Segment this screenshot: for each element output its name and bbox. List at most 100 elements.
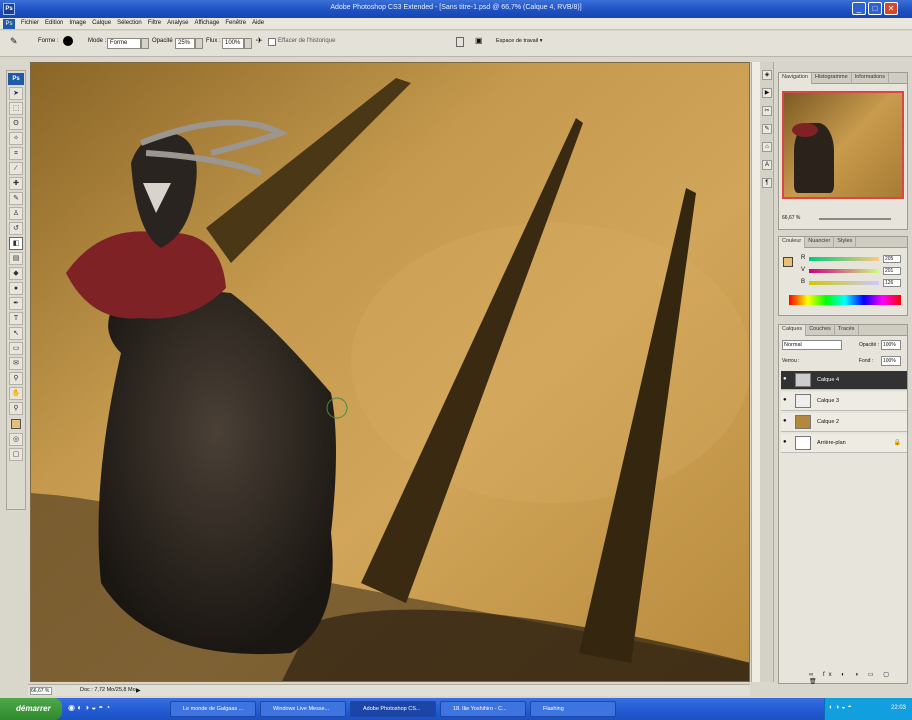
tab-navigation[interactable]: Navigation — [779, 73, 812, 84]
quick-launch-icons[interactable]: ◉ ◐ ◑ ◒ ◓ ◔ — [68, 703, 158, 715]
notes-tool-icon[interactable]: ✉ — [9, 357, 23, 370]
tab-traces[interactable]: Tracés — [835, 325, 859, 336]
r-slider[interactable] — [809, 257, 879, 261]
actions-panel-icon[interactable]: ▶ — [762, 88, 772, 98]
visibility-eye-icon[interactable]: ● — [783, 376, 791, 384]
workspace-menu[interactable]: Espace de travail ▾ — [496, 38, 542, 44]
tab-nuancier[interactable]: Nuancier — [805, 237, 835, 248]
color-spectrum-bar[interactable] — [789, 295, 901, 305]
tools-panel-icon[interactable]: ✂ — [762, 106, 772, 116]
menu-analyse[interactable]: Analyse — [164, 18, 191, 28]
move-tool-icon[interactable]: ➤ — [9, 87, 23, 100]
eraser-tool-icon-active[interactable]: ◧ — [9, 237, 23, 250]
document-canvas[interactable] — [30, 62, 750, 682]
visibility-eye-icon[interactable]: ● — [783, 439, 791, 447]
navigator-zoom-field[interactable]: 66,67 % — [782, 215, 800, 221]
navigator-thumbnail[interactable] — [782, 91, 904, 199]
mode-dropdown-arrow[interactable] — [141, 38, 149, 49]
opacite-dropdown[interactable] — [195, 38, 203, 49]
foreground-color-swatch[interactable] — [11, 419, 21, 429]
start-button[interactable]: démarrer — [0, 698, 62, 720]
tab-couleur[interactable]: Couleur — [779, 237, 806, 248]
brush-preview-icon[interactable] — [63, 36, 73, 46]
tab-styles[interactable]: Styles — [834, 237, 857, 248]
ps-menu-icon[interactable]: Ps — [3, 19, 15, 29]
eyedropper-icon[interactable]: ⚲ — [9, 372, 23, 385]
blur-tool-icon[interactable]: ◆ — [9, 267, 23, 280]
blend-mode-select[interactable]: Normal — [782, 340, 842, 350]
navigator-zoom-slider[interactable] — [819, 218, 891, 220]
tab-calques[interactable]: Calques — [779, 325, 807, 336]
marquee-tool-icon[interactable]: ⬚ — [9, 102, 23, 115]
visibility-eye-icon[interactable]: ● — [783, 418, 791, 426]
layer-row[interactable]: ● Calque 3 — [781, 392, 907, 411]
taskbar-item[interactable]: Adobe Photoshop CS... — [350, 701, 436, 717]
taskbar-item[interactable]: Le monde de Galgaas ... — [170, 701, 256, 717]
menu-filtre[interactable]: Filtre — [145, 18, 164, 28]
dodge-tool-icon[interactable]: ● — [9, 282, 23, 295]
b-field[interactable]: 126 — [883, 279, 901, 287]
healing-tool-icon[interactable]: ✚ — [9, 177, 23, 190]
tab-histogramme[interactable]: Histogramme — [812, 73, 852, 84]
taskbar-item[interactable]: 18. Ilie Yoshihiro - C... — [440, 701, 526, 717]
layer-footer-icons[interactable]: ∞ fx ◐ ◑ ▭ ▢ 🗑 — [809, 671, 905, 685]
menu-selection[interactable]: Sélection — [114, 18, 145, 28]
lasso-tool-icon[interactable]: ʘ — [9, 117, 23, 130]
stamp-tool-icon[interactable]: ♙ — [9, 207, 23, 220]
minimize-button[interactable]: _ — [852, 2, 866, 15]
para-panel-icon[interactable]: ¶ — [762, 178, 772, 188]
path-select-icon[interactable]: ↖ — [9, 327, 23, 340]
shape-tool-icon[interactable]: ▭ — [9, 342, 23, 355]
magic-wand-icon[interactable]: ✧ — [9, 132, 23, 145]
palette-well-icon[interactable] — [456, 37, 464, 47]
layer-row[interactable]: ● Calque 4 — [781, 371, 907, 390]
brush-tool-icon[interactable]: ✎ — [9, 192, 23, 205]
hand-tool-icon[interactable]: ✋ — [9, 387, 23, 400]
menu-calque[interactable]: Calque — [89, 18, 114, 28]
zoom-tool-icon[interactable]: ⚲ — [9, 402, 23, 415]
tray-icons[interactable]: ◐ ◑ ◒ ◓ — [829, 704, 852, 711]
tab-couches[interactable]: Couches — [806, 325, 835, 336]
type-tool-icon[interactable]: T — [9, 312, 23, 325]
layer-row[interactable]: ● Calque 2 — [781, 413, 907, 432]
history-panel-icon[interactable]: ◈ — [762, 70, 772, 80]
screen-mode-icon[interactable]: ▢ — [9, 448, 23, 461]
fg-color-swatch[interactable] — [783, 257, 793, 267]
b-slider[interactable] — [809, 281, 879, 285]
slice-tool-icon[interactable]: ∕ — [9, 162, 23, 175]
menu-fichier[interactable]: Fichier — [18, 18, 42, 28]
taskbar-item[interactable]: Windows Live Messe... — [260, 701, 346, 717]
flux-field[interactable]: 100% — [222, 38, 244, 49]
g-slider[interactable] — [809, 269, 879, 273]
close-button[interactable]: ✕ — [884, 2, 898, 15]
tab-informations[interactable]: Informations — [852, 73, 889, 84]
vertical-scrollbar[interactable] — [751, 62, 760, 682]
eraser-tool-icon[interactable]: ✎ — [10, 36, 18, 47]
fond-field[interactable]: 100% — [881, 356, 901, 366]
opacite-field[interactable]: 25% — [175, 38, 195, 49]
pen-tool-icon[interactable]: ✒ — [9, 297, 23, 310]
crop-tool-icon[interactable]: ⌗ — [9, 147, 23, 160]
layer-opacite-field[interactable]: 100% — [881, 340, 901, 350]
maximize-button[interactable]: □ — [868, 2, 882, 15]
gradient-tool-icon[interactable]: ▤ — [9, 252, 23, 265]
menu-affichage[interactable]: Affichage — [191, 18, 222, 28]
status-arrow-icon[interactable]: ▶ — [136, 687, 141, 694]
g-field[interactable]: 201 — [883, 267, 901, 275]
menu-aide[interactable]: Aide — [249, 18, 267, 28]
menu-image[interactable]: Image — [66, 18, 89, 28]
history-checkbox[interactable] — [268, 38, 276, 46]
brushes-panel-icon[interactable]: ✎ — [762, 124, 772, 134]
airbrush-icon[interactable]: ✈ — [256, 36, 263, 45]
visibility-eye-icon[interactable]: ● — [783, 397, 791, 405]
r-field[interactable]: 205 — [883, 255, 901, 263]
menu-edition[interactable]: Edition — [42, 18, 66, 28]
char-panel-icon[interactable]: A — [762, 160, 772, 170]
clone-panel-icon[interactable]: ⌂ — [762, 142, 772, 152]
history-brush-icon[interactable]: ↺ — [9, 222, 23, 235]
quick-mask-icon[interactable]: ◎ — [9, 433, 23, 446]
flux-dropdown[interactable] — [244, 38, 252, 49]
zoom-field[interactable]: 66,67 % — [30, 687, 52, 695]
workspace-icon[interactable]: ▣ — [475, 36, 483, 45]
taskbar-item[interactable]: Flashing — [530, 701, 616, 717]
